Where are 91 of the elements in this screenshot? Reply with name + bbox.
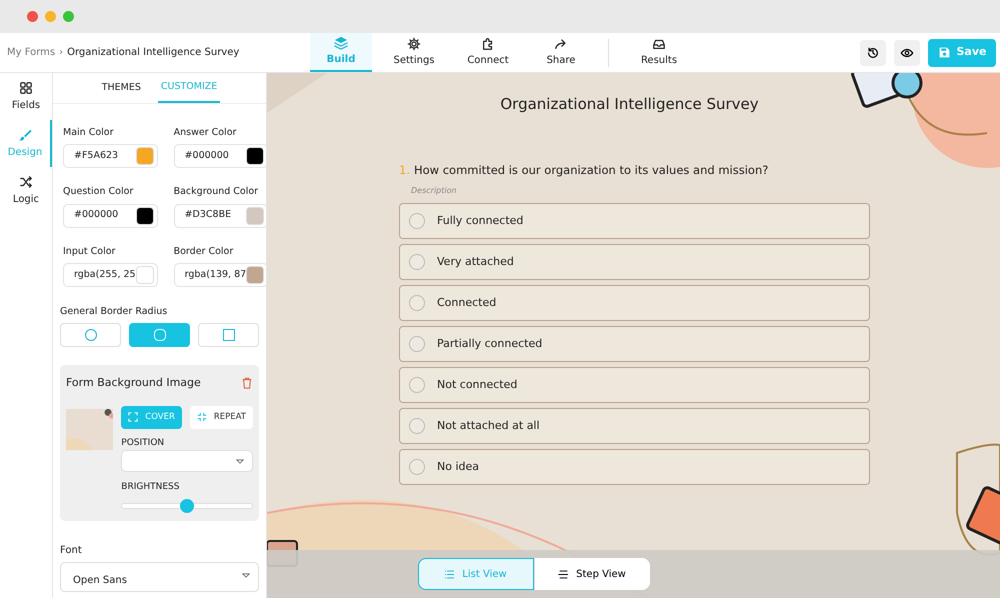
card-title: Form Background Image: [66, 375, 201, 391]
breadcrumb-link[interactable]: My Forms: [7, 47, 56, 58]
section-label: General Border Radius: [60, 304, 168, 319]
answer-option[interactable]: Partially connected: [399, 326, 870, 362]
radio-button[interactable]: [409, 294, 425, 311]
settings-icon: [407, 37, 421, 51]
answer-option[interactable]: Connected: [399, 284, 870, 321]
question-text: How committed is our organization to its values and mission?: [414, 162, 768, 178]
color-label: Border Color: [174, 244, 234, 258]
field-label: POSITION: [121, 436, 166, 450]
question-number: 1.: [399, 162, 410, 178]
rounded-square-icon: [152, 328, 166, 342]
square-icon: [222, 328, 236, 342]
color-field[interactable]: #D3C8BE: [174, 204, 266, 228]
color-field[interactable]: rgba(139, 87: [174, 262, 266, 287]
option-label: Not connected: [437, 376, 518, 392]
radius-option[interactable]: [129, 323, 190, 347]
radio-button[interactable]: [409, 458, 425, 475]
field-label: BRIGHTNESS: [121, 481, 180, 494]
breadcrumb-current: Organizational Intelligence Survey: [67, 47, 240, 58]
color-label: Main Color: [63, 126, 115, 140]
shrink-icon: [196, 412, 207, 422]
color-swatch[interactable]: [136, 206, 154, 224]
radio-button[interactable]: [409, 336, 425, 352]
color-label: Input Color: [63, 244, 116, 258]
color-field[interactable]: #F5A623: [63, 144, 158, 168]
share-arrow-icon: [554, 37, 568, 51]
sidebar-item[interactable]: Logic: [0, 167, 52, 214]
circle-icon: [84, 328, 98, 342]
radio-button[interactable]: [409, 212, 425, 229]
nav-tab[interactable]: Connect: [456, 33, 520, 72]
lines-icon: [558, 568, 570, 580]
radio-button[interactable]: [409, 418, 425, 434]
expand-icon: [128, 412, 138, 422]
field-label: Font: [60, 544, 83, 558]
panel-tab[interactable]: THEMES: [98, 73, 144, 103]
sidebar-item[interactable]: Fields: [0, 73, 52, 120]
grid-icon: [19, 80, 33, 94]
radio-button[interactable]: [409, 254, 425, 270]
radius-option[interactable]: [198, 323, 259, 347]
fit-option-button[interactable]: REPEAT: [190, 406, 253, 428]
color-field[interactable]: #000000: [63, 204, 158, 228]
history-icon: [866, 46, 880, 60]
history-button[interactable]: [860, 40, 886, 66]
color-label: Question Color: [63, 185, 134, 200]
layers-icon: [334, 36, 348, 50]
caret-icon: [242, 572, 250, 578]
option-label: Partially connected: [437, 336, 542, 352]
color-swatch[interactable]: [136, 147, 154, 166]
option-label: No idea: [437, 458, 480, 474]
inbox-icon: [652, 37, 666, 51]
color-field[interactable]: #000000: [174, 144, 266, 168]
option-label: Fully connected: [437, 212, 524, 228]
view-toggle-button[interactable]: Step View: [534, 558, 650, 590]
save-icon: [938, 46, 950, 59]
list-icon: [444, 568, 456, 580]
font-select[interactable]: Open Sans: [60, 562, 259, 592]
color-swatch[interactable]: [246, 206, 264, 224]
color-label: Background Color: [174, 185, 260, 200]
question-description: Description: [411, 184, 458, 197]
option-label: Not attached at all: [437, 418, 540, 434]
brush-icon: [18, 128, 32, 142]
preview-button[interactable]: [894, 40, 920, 66]
maximize-dot[interactable]: [63, 11, 74, 22]
radio-button[interactable]: [409, 376, 425, 393]
color-swatch[interactable]: [246, 266, 264, 284]
breadcrumb-separator: ›: [59, 47, 64, 58]
radius-option[interactable]: [60, 323, 121, 347]
answer-option[interactable]: Fully connected: [399, 202, 870, 239]
puzzle-icon: [481, 37, 495, 51]
position-select[interactable]: [121, 450, 253, 472]
trash-icon[interactable]: [241, 377, 253, 390]
minimize-dot[interactable]: [45, 11, 56, 22]
color-field[interactable]: rgba(255, 25: [63, 262, 158, 287]
nav-tab[interactable]: Settings: [372, 33, 456, 72]
nav-tab[interactable]: Results: [609, 33, 709, 72]
close-dot[interactable]: [27, 11, 38, 22]
answer-option[interactable]: Not connected: [399, 366, 870, 403]
shuffle-icon: [19, 174, 33, 188]
answer-option[interactable]: Not attached at all: [399, 408, 870, 444]
color-label: Answer Color: [174, 126, 238, 140]
slider-thumb[interactable]: [180, 498, 194, 512]
color-swatch[interactable]: [136, 266, 154, 284]
nav-tab[interactable]: Share: [520, 33, 602, 72]
option-label: Connected: [437, 294, 496, 310]
answer-option[interactable]: No idea: [399, 448, 870, 485]
form-title: Organizational Intelligence Survey: [499, 94, 760, 115]
option-label: Very attached: [437, 254, 514, 270]
caret-icon: [236, 458, 244, 464]
answer-option[interactable]: Very attached: [399, 244, 870, 280]
color-swatch[interactable]: [246, 147, 264, 166]
